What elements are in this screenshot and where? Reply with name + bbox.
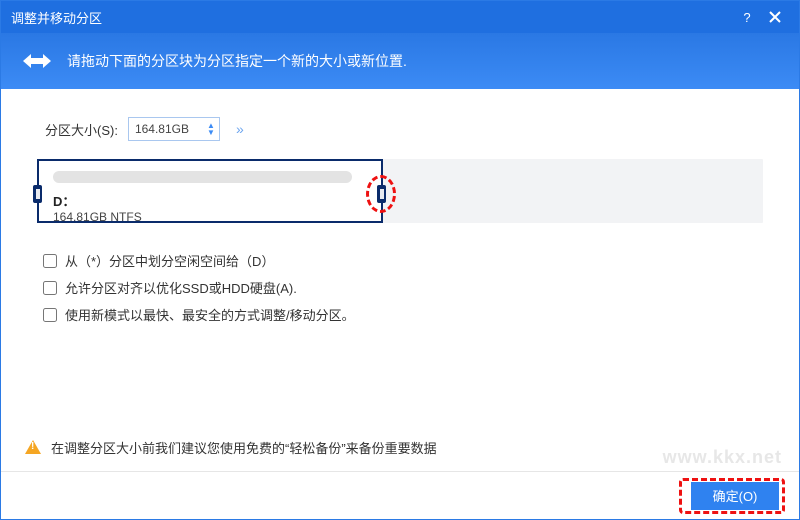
advice-row: 在调整分区大小前我们建议您使用免费的“轻松备份”来备份重要数据 [1,423,799,471]
option-label: 允许分区对齐以优化SSD或HDD硬盘(A). [65,278,297,297]
size-row: 分区大小(S): 164.81GB ▲▼ » [45,117,763,141]
advice-text: 在调整分区大小前我们建议您使用免费的“轻松备份”来备份重要数据 [51,438,437,457]
titlebar: 调整并移动分区 ? [1,1,799,33]
used-space-bar [53,171,352,183]
checkbox-align[interactable] [43,281,57,295]
instruction-banner: 请拖动下面的分区块为分区指定一个新的大小或新位置. [1,33,799,89]
option-align-ssd[interactable]: 允许分区对齐以优化SSD或HDD硬盘(A). [43,278,763,297]
close-icon[interactable] [761,3,789,31]
resize-handle-right[interactable] [377,185,386,203]
spinner-arrows-icon[interactable]: ▲▼ [207,122,215,136]
options-group: 从（*）分区中划分空闲空间给（D） 允许分区对齐以优化SSD或HDD硬盘(A).… [43,251,763,324]
option-label: 使用新模式以最快、最安全的方式调整/移动分区。 [65,305,355,324]
size-input[interactable]: 164.81GB ▲▼ [128,117,220,141]
checkbox-newmode[interactable] [43,308,57,322]
partition-block[interactable]: D： 164.81GB NTFS [37,159,383,223]
partition-track: D： 164.81GB NTFS [37,159,763,229]
dialog-body: 分区大小(S): 164.81GB ▲▼ » D： 164.81GB NTFS [1,89,799,423]
option-new-mode[interactable]: 使用新模式以最快、最安全的方式调整/移动分区。 [43,305,763,324]
dialog-window: 调整并移动分区 ? 请拖动下面的分区块为分区指定一个新的大小或新位置. 分区大小… [0,0,800,520]
resize-arrows-icon [23,52,51,70]
partition-info: 164.81GB NTFS [53,210,371,224]
option-allocate-free-space[interactable]: 从（*）分区中划分空闲空间给（D） [43,251,763,270]
window-title: 调整并移动分区 [11,8,733,27]
dialog-footer: 确定(O) [1,471,799,519]
help-icon[interactable]: ? [733,3,761,31]
advanced-toggle-icon[interactable]: » [236,121,241,137]
instruction-text: 请拖动下面的分区块为分区指定一个新的大小或新位置. [67,51,407,71]
warning-icon [25,440,41,454]
partition-name: D： [53,191,371,210]
size-label: 分区大小(S): [45,120,118,139]
size-value: 164.81GB [135,122,207,136]
option-label: 从（*）分区中划分空闲空间给（D） [65,251,274,270]
resize-handle-left[interactable] [33,185,42,203]
checkbox-allocate[interactable] [43,254,57,268]
ok-button[interactable]: 确定(O) [691,482,779,510]
